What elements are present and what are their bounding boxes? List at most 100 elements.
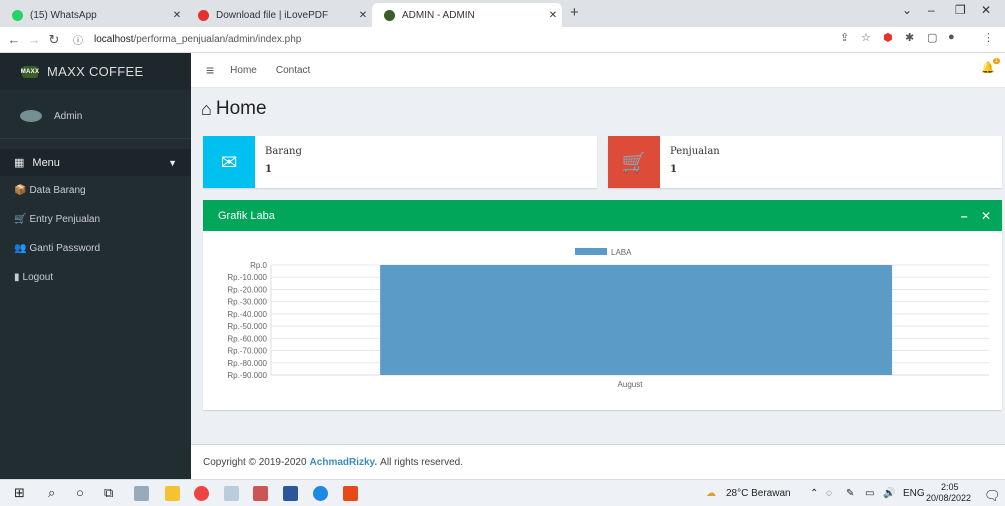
sidebar-item-label: Logout	[22, 272, 54, 283]
sidebar-item-logout[interactable]: ▮ Logout	[0, 263, 191, 292]
box-icon: ✉	[203, 136, 255, 188]
users-icon: 👥	[14, 243, 27, 254]
page-title-text: Home	[215, 98, 267, 119]
cortana-icon[interactable]: ○	[76, 485, 84, 500]
legend-label: LABA	[611, 248, 632, 257]
maxx-coffee-favicon-icon	[384, 9, 395, 21]
footer: Copyright © 2019-2020 AchmadRizky. All r…	[191, 444, 1005, 479]
address-bar: ← → ↻ ⓘ localhost/performa_penjualan/adm…	[0, 27, 1005, 53]
tab-title: (15) WhatsApp	[30, 9, 97, 21]
app-icon[interactable]	[343, 486, 358, 501]
y-tick-label: Rp.-40.000	[227, 310, 267, 319]
sidebar-menu-header[interactable]: ▦ Menu ▼	[0, 149, 191, 176]
y-tick-label: Rp.0	[250, 261, 267, 270]
pen-icon[interactable]: ✎	[846, 488, 854, 499]
search-icon[interactable]: ⌕	[48, 485, 55, 501]
y-tick-label: Rp.-90.000	[227, 371, 267, 380]
notification-center-icon[interactable]: 🗨	[984, 488, 1001, 504]
edge-icon[interactable]	[313, 486, 328, 501]
reload-icon[interactable]: ↻	[44, 32, 64, 48]
sidebar-item-label: Entry Penjualan	[29, 214, 101, 225]
close-icon[interactable]: ✕	[168, 10, 186, 21]
hamburger-menu-icon[interactable]: ≡	[206, 62, 214, 78]
sidebar-item-ganti-password[interactable]: 👥 Ganti Password	[0, 234, 191, 263]
nav-link-home[interactable]: Home	[230, 65, 257, 76]
collapse-icon[interactable]: –	[961, 209, 968, 223]
more-menu-icon[interactable]: ⋮	[983, 31, 994, 44]
info-box-value: 1	[265, 164, 272, 175]
app-icon[interactable]	[134, 486, 149, 501]
new-tab-icon[interactable]: +	[570, 4, 579, 21]
clock-date[interactable]: 20/08/2022	[926, 493, 971, 503]
ilovepdf-icon	[198, 9, 209, 21]
maxx-logo-icon: MAXX	[21, 65, 39, 78]
weather-icon: ☁	[706, 488, 716, 499]
tab-title: Download file | iLovePDF	[216, 9, 329, 21]
tab-title: ADMIN - ADMIN	[402, 9, 475, 21]
tray-expand-icon[interactable]: ⌃	[810, 488, 818, 499]
adblock-icon[interactable]: ⬢	[883, 31, 893, 44]
word-icon[interactable]	[283, 486, 298, 501]
weather-text[interactable]: 28°C Berawan	[726, 488, 791, 499]
info-box-barang: ✉ Barang 1	[203, 136, 597, 188]
calendar-app-icon[interactable]	[253, 486, 268, 501]
logout-icon: ▮	[14, 272, 20, 283]
restore-icon[interactable]: ❐	[955, 3, 966, 17]
extensions-puzzle-icon[interactable]: ✱	[905, 31, 914, 44]
task-view-icon[interactable]: ⧉	[104, 485, 113, 501]
bookmark-star-icon[interactable]: ☆	[861, 31, 871, 44]
nav-link-contact[interactable]: Contact	[276, 65, 310, 76]
y-tick-label: Rp.-50.000	[227, 322, 267, 331]
language-indicator[interactable]: ENG	[903, 488, 925, 499]
browser-tab-strip: (15) WhatsApp ✕ Download file | iLovePDF…	[0, 0, 1005, 27]
info-box-label: Penjualan	[670, 146, 720, 157]
legend-swatch	[575, 248, 607, 255]
home-icon: ⌂	[201, 98, 212, 119]
footer-author-link[interactable]: AchmadRizky.	[310, 457, 378, 468]
page-title: ⌂ Home	[201, 98, 267, 120]
y-tick-label: Rp.-80.000	[227, 359, 267, 368]
side-panel-icon[interactable]: ▢	[927, 31, 937, 44]
chart-panel-title: Grafik Laba	[218, 209, 275, 222]
browser-tab-whatsapp[interactable]: (15) WhatsApp ✕	[0, 3, 186, 27]
close-icon[interactable]: ✕	[544, 10, 562, 21]
chrome-icon[interactable]	[194, 486, 209, 501]
browser-tab-ilovepdf[interactable]: Download file | iLovePDF ✕	[186, 3, 372, 27]
share-icon[interactable]: ⇪	[840, 31, 849, 44]
y-tick-label: Rp.-10.000	[227, 273, 267, 282]
url-host: localhost	[94, 34, 134, 45]
footer-rights: All rights reserved.	[380, 456, 463, 468]
menu-header-label: Menu	[32, 156, 60, 169]
info-icon[interactable]: ⓘ	[68, 32, 88, 47]
grid-icon: ▦	[14, 157, 25, 169]
boxes-icon: 📦	[14, 185, 27, 196]
minimize-icon[interactable]: –	[928, 3, 935, 17]
paint-icon[interactable]	[224, 486, 239, 501]
browser-tab-admin[interactable]: ADMIN - ADMIN ✕	[372, 3, 562, 27]
main-content: ⌂ Home ✉ Barang 1 🛒 Penjualan 1 Grafik L…	[191, 88, 1005, 479]
chart-panel-header: Grafik Laba – ✕	[203, 200, 1002, 231]
tab-search-chevron-icon[interactable]: ⌄	[902, 3, 912, 17]
back-arrow-icon[interactable]: ←	[4, 32, 24, 47]
notification-bell-icon[interactable]: 🔔 1	[981, 58, 1000, 74]
forward-arrow-icon[interactable]: →	[24, 32, 44, 47]
windows-start-icon[interactable]: ⊞	[14, 485, 25, 501]
x-tick-label: August	[618, 380, 644, 389]
close-icon[interactable]: ✕	[354, 10, 372, 21]
sidebar-item-entry-penjualan[interactable]: 🛒 Entry Penjualan	[0, 205, 191, 234]
battery-icon[interactable]: ▭	[865, 488, 874, 499]
close-icon[interactable]: ✕	[981, 209, 991, 223]
avatar	[20, 110, 42, 122]
network-icon[interactable]: ◌	[826, 488, 832, 499]
sidebar-item-label: Data Barang	[29, 185, 86, 196]
clock-time[interactable]: 2:05	[941, 482, 959, 492]
file-explorer-icon[interactable]	[165, 486, 180, 501]
url-path: /performa_penjualan/admin/index.php	[133, 34, 302, 45]
volume-icon[interactable]: 🔊	[883, 488, 895, 499]
brand-logo[interactable]: MAXX MAXX COFFEE	[0, 53, 191, 90]
profile-avatar-icon[interactable]: ●	[948, 31, 955, 43]
url-field[interactable]: localhost/performa_penjualan/admin/index…	[94, 34, 301, 45]
window-close-icon[interactable]: ✕	[981, 3, 991, 17]
sidebar-item-data-barang[interactable]: 📦 Data Barang	[0, 176, 191, 205]
info-box-penjualan: 🛒 Penjualan 1	[608, 136, 1002, 188]
